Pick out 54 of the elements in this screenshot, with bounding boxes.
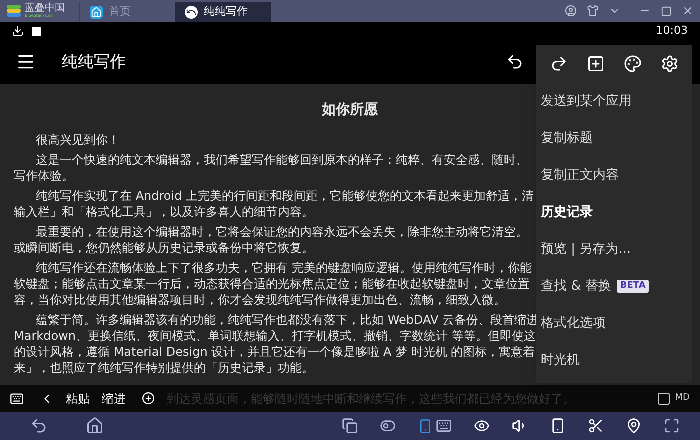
emulator-tab[interactable]: 纯纯写作 <box>175 2 271 22</box>
paragraph-line: 输入栏」和「格式化工具」，以及许多喜人的细节内容。 <box>14 204 314 220</box>
document-title: 如你所愿 <box>322 101 378 120</box>
paragraph-line: 或瞬间断电，您仍然能够从历史记录或备份中将它恢复。 <box>14 240 314 256</box>
menu-item[interactable]: 预览 | 另存为... <box>536 231 692 268</box>
paragraph-line: 纯纯写作实现了在 Android 上完美的行间距和段间距，它能够使您的文本看起来更加舒适，清 <box>36 188 534 204</box>
paragraph-line: 写作体验。 <box>14 168 74 184</box>
undo-icon[interactable] <box>506 53 524 71</box>
redo-icon[interactable] <box>550 55 568 73</box>
close-icon[interactable] <box>682 5 694 17</box>
menu-item[interactable]: 历史记录 <box>536 194 692 231</box>
multi-window-icon[interactable] <box>342 418 358 434</box>
scissors-icon[interactable] <box>588 418 604 434</box>
paragraph-line: 很高兴见到你！ <box>36 132 120 148</box>
beta-badge: BETA <box>617 280 649 294</box>
layers-logo-icon <box>6 4 22 18</box>
md-checkbox[interactable] <box>658 392 670 404</box>
location-icon[interactable] <box>626 418 642 434</box>
logo-text: 蓝叠中国 <box>25 4 65 14</box>
paragraph-line: Markdown、更换信纸、夜间模式、单词联想输入、打字机模式、撤销、字数统计 等等。但即使这 <box>14 328 536 344</box>
keyboard-icon[interactable] <box>436 418 452 434</box>
menu-item[interactable]: 复制正文内容 <box>536 157 692 194</box>
menu-item[interactable]: 查找 & 替换 BETA <box>536 268 692 305</box>
paragraph-line: 容，当你对比使用其他编辑器项目时，你才会发现纯纯写作做得更加出色、流畅，细致入微。 <box>14 292 506 308</box>
palette-icon[interactable] <box>624 55 642 73</box>
back-icon[interactable] <box>30 417 48 435</box>
home-icon[interactable] <box>86 417 104 435</box>
paragraph-line: 这是一个快速的纯文本编辑器，我们希望写作能够回到原本的样子：纯粹、有安全感、随时、 <box>36 152 528 168</box>
paragraph-line: 来」，也照应了纯纯写作特别提供的「历史记录」功能。 <box>14 360 314 376</box>
shirt-icon[interactable] <box>587 5 599 17</box>
menu-item[interactable]: 发送到某个应用 <box>536 83 692 120</box>
paragraph-line: 的设计风格，遵循 Material Design 设计，并且它还有一个像是哆啦 A 梦 时光机 的图标，寓意着 <box>14 344 536 360</box>
paragraph-line: 软键盘；能够点击文章某一行后，动态获得合适的光标焦点定位；能够在收起软键盘时，文章位置 <box>14 276 530 292</box>
menu-item[interactable]: 格式化选项 <box>536 305 692 342</box>
toolbar-button[interactable]: 粘贴 <box>66 390 90 408</box>
keyboard-icon[interactable] <box>10 392 24 406</box>
account-icon[interactable] <box>565 5 577 17</box>
toolbar-button[interactable]: 缩进 <box>102 390 126 408</box>
menu-item[interactable]: 复制标题 <box>536 120 692 157</box>
add-circle-icon[interactable] <box>142 392 155 405</box>
toggle-icon[interactable] <box>380 418 396 434</box>
download-icon <box>12 25 24 37</box>
menu-item[interactable]: 时光机 <box>536 342 692 379</box>
fullscreen-icon[interactable] <box>664 418 680 434</box>
settings-icon[interactable] <box>660 55 678 73</box>
eye-icon[interactable] <box>474 418 490 434</box>
maximize-icon[interactable] <box>661 6 672 16</box>
add-box-icon[interactable] <box>586 55 604 73</box>
paragraph-line: 纯纯写作还在流畅体验上下了很多功夫，它拥有 完美的键盘响应逻辑。使用纯纯写作时，你能 <box>36 260 532 276</box>
phone-icon[interactable] <box>418 418 433 434</box>
app-title: 纯纯写作 <box>62 51 126 73</box>
clock-time: 10:03 <box>656 22 688 39</box>
md-label: MD <box>675 392 690 405</box>
paragraph-line: 最重要的，在使用这个编辑器时，它将会保证您的内容永远不会丢失，除非您主动将它清空。 <box>36 224 528 240</box>
